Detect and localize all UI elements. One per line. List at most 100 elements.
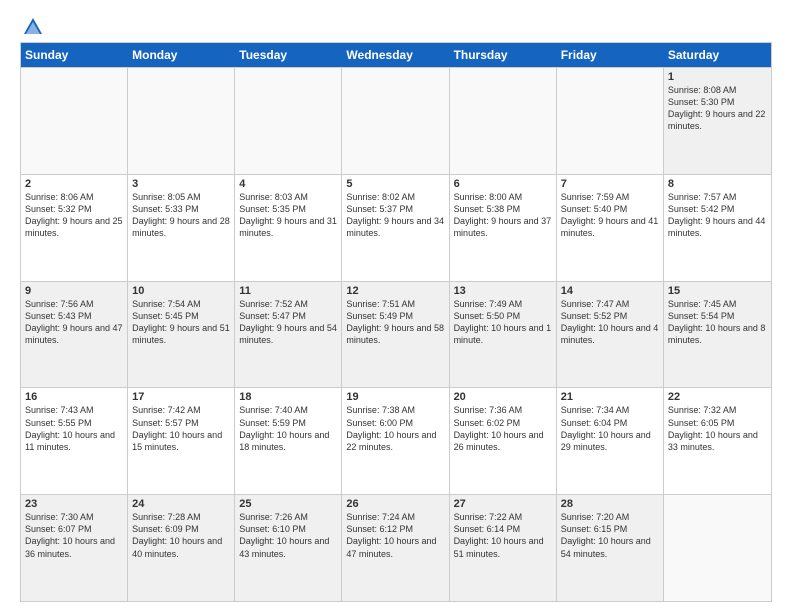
calendar-header-day: Sunday xyxy=(21,43,128,67)
calendar-cell: 16Sunrise: 7:43 AM Sunset: 5:55 PM Dayli… xyxy=(21,388,128,494)
day-info: Sunrise: 8:02 AM Sunset: 5:37 PM Dayligh… xyxy=(346,191,444,240)
day-info: Sunrise: 7:57 AM Sunset: 5:42 PM Dayligh… xyxy=(668,191,767,240)
calendar-cell xyxy=(342,68,449,174)
day-number: 20 xyxy=(454,391,552,403)
day-number: 21 xyxy=(561,391,659,403)
calendar-cell xyxy=(128,68,235,174)
day-info: Sunrise: 7:30 AM Sunset: 6:07 PM Dayligh… xyxy=(25,511,123,560)
day-info: Sunrise: 7:47 AM Sunset: 5:52 PM Dayligh… xyxy=(561,298,659,347)
calendar-cell: 21Sunrise: 7:34 AM Sunset: 6:04 PM Dayli… xyxy=(557,388,664,494)
day-number: 9 xyxy=(25,285,123,297)
day-number: 12 xyxy=(346,285,444,297)
calendar-row: 2Sunrise: 8:06 AM Sunset: 5:32 PM Daylig… xyxy=(21,174,771,281)
day-info: Sunrise: 8:06 AM Sunset: 5:32 PM Dayligh… xyxy=(25,191,123,240)
calendar-cell: 14Sunrise: 7:47 AM Sunset: 5:52 PM Dayli… xyxy=(557,282,664,388)
calendar-cell xyxy=(450,68,557,174)
day-number: 22 xyxy=(668,391,767,403)
day-info: Sunrise: 7:36 AM Sunset: 6:02 PM Dayligh… xyxy=(454,404,552,453)
calendar-header-day: Wednesday xyxy=(342,43,449,67)
calendar-header-day: Monday xyxy=(128,43,235,67)
calendar-cell xyxy=(235,68,342,174)
calendar-cell: 22Sunrise: 7:32 AM Sunset: 6:05 PM Dayli… xyxy=(664,388,771,494)
calendar-header-day: Tuesday xyxy=(235,43,342,67)
day-info: Sunrise: 7:26 AM Sunset: 6:10 PM Dayligh… xyxy=(239,511,337,560)
calendar-cell: 20Sunrise: 7:36 AM Sunset: 6:02 PM Dayli… xyxy=(450,388,557,494)
day-info: Sunrise: 7:34 AM Sunset: 6:04 PM Dayligh… xyxy=(561,404,659,453)
day-number: 5 xyxy=(346,178,444,190)
day-number: 3 xyxy=(132,178,230,190)
day-info: Sunrise: 7:42 AM Sunset: 5:57 PM Dayligh… xyxy=(132,404,230,453)
day-info: Sunrise: 7:28 AM Sunset: 6:09 PM Dayligh… xyxy=(132,511,230,560)
calendar-cell: 18Sunrise: 7:40 AM Sunset: 5:59 PM Dayli… xyxy=(235,388,342,494)
calendar-cell: 19Sunrise: 7:38 AM Sunset: 6:00 PM Dayli… xyxy=(342,388,449,494)
day-number: 1 xyxy=(668,71,767,83)
day-info: Sunrise: 7:24 AM Sunset: 6:12 PM Dayligh… xyxy=(346,511,444,560)
calendar-row: 23Sunrise: 7:30 AM Sunset: 6:07 PM Dayli… xyxy=(21,494,771,601)
day-number: 16 xyxy=(25,391,123,403)
day-info: Sunrise: 7:56 AM Sunset: 5:43 PM Dayligh… xyxy=(25,298,123,347)
day-info: Sunrise: 7:49 AM Sunset: 5:50 PM Dayligh… xyxy=(454,298,552,347)
day-info: Sunrise: 7:32 AM Sunset: 6:05 PM Dayligh… xyxy=(668,404,767,453)
day-info: Sunrise: 7:45 AM Sunset: 5:54 PM Dayligh… xyxy=(668,298,767,347)
day-info: Sunrise: 8:08 AM Sunset: 5:30 PM Dayligh… xyxy=(668,84,767,133)
calendar-cell: 26Sunrise: 7:24 AM Sunset: 6:12 PM Dayli… xyxy=(342,495,449,601)
calendar-cell xyxy=(21,68,128,174)
calendar-cell: 5Sunrise: 8:02 AM Sunset: 5:37 PM Daylig… xyxy=(342,175,449,281)
calendar-cell: 11Sunrise: 7:52 AM Sunset: 5:47 PM Dayli… xyxy=(235,282,342,388)
calendar-cell: 3Sunrise: 8:05 AM Sunset: 5:33 PM Daylig… xyxy=(128,175,235,281)
day-number: 19 xyxy=(346,391,444,403)
calendar-cell: 13Sunrise: 7:49 AM Sunset: 5:50 PM Dayli… xyxy=(450,282,557,388)
day-info: Sunrise: 8:05 AM Sunset: 5:33 PM Dayligh… xyxy=(132,191,230,240)
calendar-cell: 25Sunrise: 7:26 AM Sunset: 6:10 PM Dayli… xyxy=(235,495,342,601)
day-info: Sunrise: 8:03 AM Sunset: 5:35 PM Dayligh… xyxy=(239,191,337,240)
header xyxy=(20,16,772,34)
day-number: 10 xyxy=(132,285,230,297)
day-info: Sunrise: 7:51 AM Sunset: 5:49 PM Dayligh… xyxy=(346,298,444,347)
calendar-cell: 27Sunrise: 7:22 AM Sunset: 6:14 PM Dayli… xyxy=(450,495,557,601)
day-info: Sunrise: 8:00 AM Sunset: 5:38 PM Dayligh… xyxy=(454,191,552,240)
calendar-cell: 7Sunrise: 7:59 AM Sunset: 5:40 PM Daylig… xyxy=(557,175,664,281)
day-info: Sunrise: 7:20 AM Sunset: 6:15 PM Dayligh… xyxy=(561,511,659,560)
calendar-cell: 2Sunrise: 8:06 AM Sunset: 5:32 PM Daylig… xyxy=(21,175,128,281)
day-number: 4 xyxy=(239,178,337,190)
day-info: Sunrise: 7:59 AM Sunset: 5:40 PM Dayligh… xyxy=(561,191,659,240)
day-info: Sunrise: 7:38 AM Sunset: 6:00 PM Dayligh… xyxy=(346,404,444,453)
day-number: 18 xyxy=(239,391,337,403)
day-number: 27 xyxy=(454,498,552,510)
calendar-cell: 4Sunrise: 8:03 AM Sunset: 5:35 PM Daylig… xyxy=(235,175,342,281)
calendar-cell: 9Sunrise: 7:56 AM Sunset: 5:43 PM Daylig… xyxy=(21,282,128,388)
day-info: Sunrise: 7:52 AM Sunset: 5:47 PM Dayligh… xyxy=(239,298,337,347)
calendar-cell: 24Sunrise: 7:28 AM Sunset: 6:09 PM Dayli… xyxy=(128,495,235,601)
day-number: 24 xyxy=(132,498,230,510)
day-info: Sunrise: 7:43 AM Sunset: 5:55 PM Dayligh… xyxy=(25,404,123,453)
page: SundayMondayTuesdayWednesdayThursdayFrid… xyxy=(0,0,792,612)
calendar-cell: 6Sunrise: 8:00 AM Sunset: 5:38 PM Daylig… xyxy=(450,175,557,281)
day-number: 23 xyxy=(25,498,123,510)
calendar-cell: 8Sunrise: 7:57 AM Sunset: 5:42 PM Daylig… xyxy=(664,175,771,281)
calendar-cell: 28Sunrise: 7:20 AM Sunset: 6:15 PM Dayli… xyxy=(557,495,664,601)
calendar-cell: 17Sunrise: 7:42 AM Sunset: 5:57 PM Dayli… xyxy=(128,388,235,494)
day-info: Sunrise: 7:22 AM Sunset: 6:14 PM Dayligh… xyxy=(454,511,552,560)
calendar-row: 16Sunrise: 7:43 AM Sunset: 5:55 PM Dayli… xyxy=(21,387,771,494)
day-number: 13 xyxy=(454,285,552,297)
calendar-header-day: Friday xyxy=(557,43,664,67)
day-info: Sunrise: 7:54 AM Sunset: 5:45 PM Dayligh… xyxy=(132,298,230,347)
calendar-header: SundayMondayTuesdayWednesdayThursdayFrid… xyxy=(21,43,771,67)
day-number: 25 xyxy=(239,498,337,510)
day-number: 6 xyxy=(454,178,552,190)
calendar-cell: 1Sunrise: 8:08 AM Sunset: 5:30 PM Daylig… xyxy=(664,68,771,174)
calendar: SundayMondayTuesdayWednesdayThursdayFrid… xyxy=(20,42,772,602)
day-number: 14 xyxy=(561,285,659,297)
day-number: 8 xyxy=(668,178,767,190)
calendar-cell: 23Sunrise: 7:30 AM Sunset: 6:07 PM Dayli… xyxy=(21,495,128,601)
logo-icon xyxy=(22,16,44,38)
calendar-cell: 10Sunrise: 7:54 AM Sunset: 5:45 PM Dayli… xyxy=(128,282,235,388)
calendar-body: 1Sunrise: 8:08 AM Sunset: 5:30 PM Daylig… xyxy=(21,67,771,601)
calendar-cell xyxy=(664,495,771,601)
day-number: 17 xyxy=(132,391,230,403)
day-number: 28 xyxy=(561,498,659,510)
day-number: 11 xyxy=(239,285,337,297)
calendar-header-day: Saturday xyxy=(664,43,771,67)
day-number: 7 xyxy=(561,178,659,190)
logo xyxy=(20,16,44,34)
